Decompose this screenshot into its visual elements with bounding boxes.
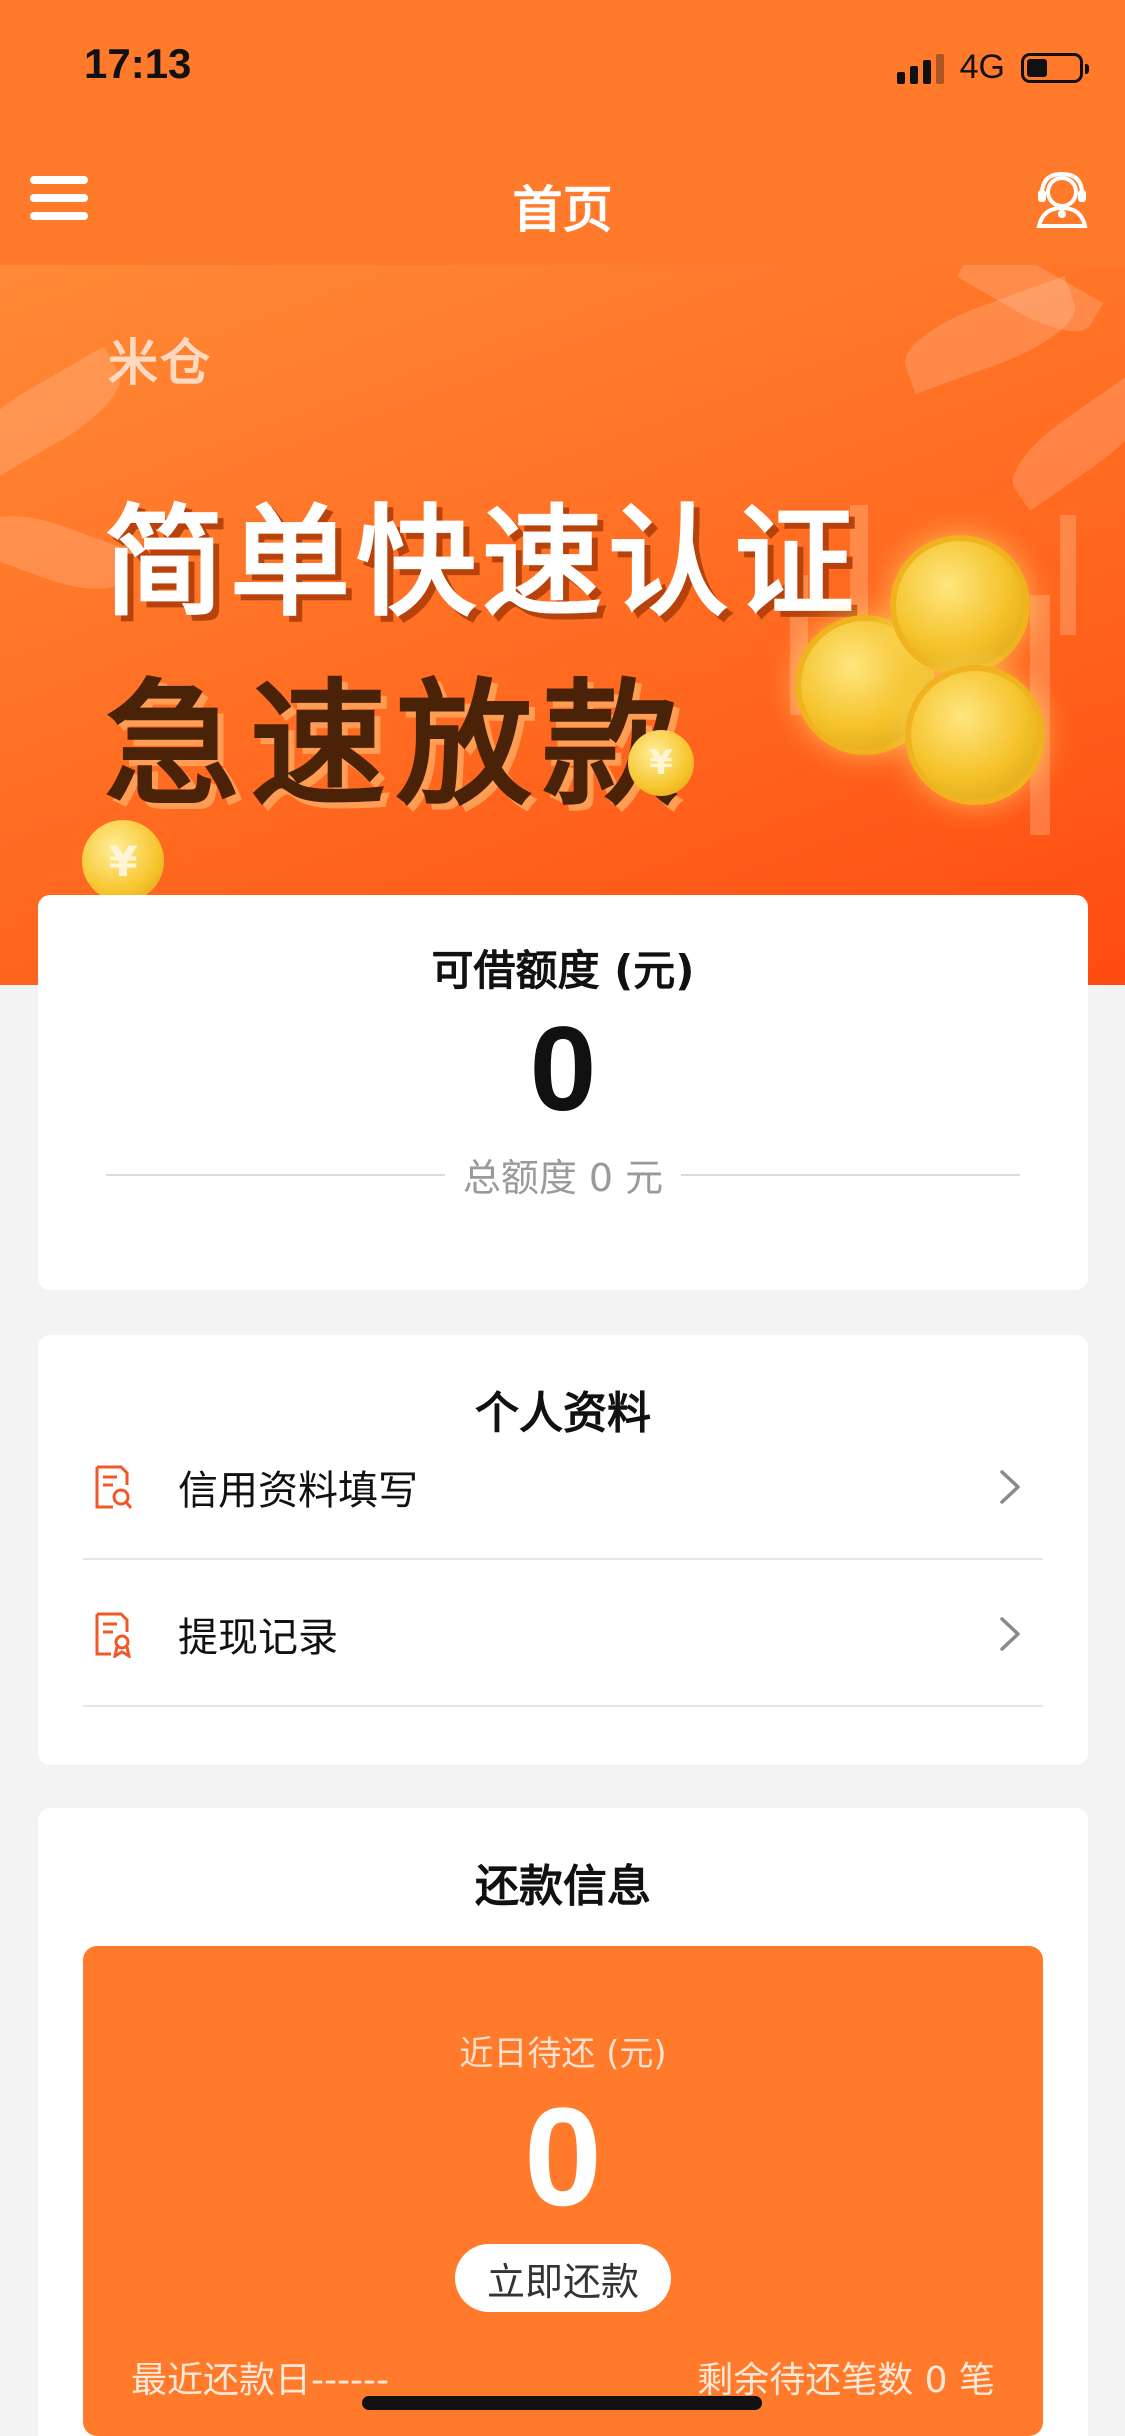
repayment-panel: 近日待还 (元) 0 立即还款 最近还款日------ 剩余待还笔数 0 笔 (83, 1946, 1043, 2436)
yen-coin-icon: ¥ (628, 730, 694, 796)
home-indicator[interactable] (362, 2396, 762, 2410)
due-label: 近日待还 (元) (459, 2034, 667, 2074)
repayment-card: 还款信息 近日待还 (元) 0 立即还款 最近还款日------ 剩余待还笔数 … (38, 1808, 1088, 2436)
status-bar: 17:13 4G (0, 0, 1125, 140)
menu-item-label: 提现记录 (178, 1614, 338, 1661)
profile-card: 个人资料 信用资料填写 提现记录 (38, 1335, 1088, 1765)
menu-item-credit-info[interactable]: 信用资料填写 (83, 1415, 1043, 1560)
status-indicators: 4G (896, 48, 1089, 87)
chevron-right-icon (1000, 1469, 1020, 1504)
chevron-right-icon (1000, 1616, 1020, 1651)
promo-banner[interactable]: 米仓 简单快速认证 急速放款 ¥ ¥ (0, 265, 1125, 985)
page-title: 首页 (512, 181, 613, 239)
nav-bar: 首页 (0, 140, 1125, 265)
credit-total: 总额度 0 元 (462, 1156, 664, 1200)
gold-coin-icon (890, 535, 1030, 675)
credit-limit-card: 可借额度 (元) 0 总额度 0 元 (38, 895, 1088, 1290)
menu-item-label: 信用资料填写 (178, 1467, 418, 1514)
banner-subheadline: 急速放款 (104, 667, 688, 825)
repay-now-button[interactable]: 立即还款 (455, 2244, 671, 2312)
last-repayment-date: 最近还款日------ (131, 2360, 389, 2401)
repayment-section-title: 还款信息 (475, 1861, 651, 1912)
document-record-icon (95, 1612, 131, 1658)
menu-item-withdraw-records[interactable]: 提现记录 (83, 1562, 1043, 1707)
battery-icon (1021, 52, 1089, 83)
gold-coin-icon (905, 665, 1045, 805)
signal-icon (896, 52, 944, 84)
credit-limit-amount: 0 (529, 1002, 597, 1136)
status-time: 17:13 (84, 40, 192, 87)
yen-coin-icon: ¥ (82, 820, 164, 902)
due-amount: 0 (524, 2078, 602, 2235)
document-search-icon (95, 1465, 133, 1509)
banner-headline: 简单快速认证 (104, 494, 860, 633)
credit-limit-title: 可借额度 (元) (431, 946, 695, 995)
credit-total-row: 总额度 0 元 (106, 1147, 1020, 1202)
banner-logo: 米仓 (108, 334, 212, 392)
customer-service-icon[interactable] (1029, 166, 1095, 232)
network-type: 4G (959, 48, 1005, 86)
